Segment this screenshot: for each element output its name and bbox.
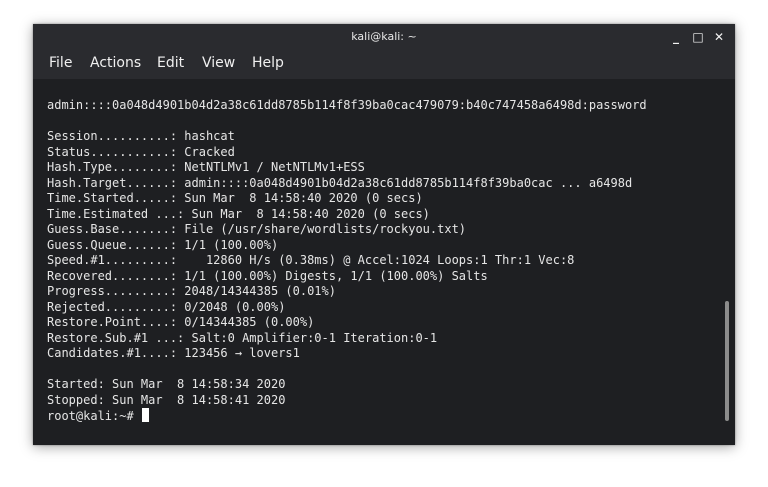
terminal-line: Progress.........: 2048/14344385 (0.01%): [47, 284, 336, 298]
terminal-line: Stopped: Sun Mar 8 14:58:41 2020: [47, 392, 286, 407]
text-cursor: [141, 408, 149, 422]
prompt-line: root@kali:~#: [47, 408, 647, 424]
terminal-line: Restore.Point....: 0/14344385 (0.00%): [47, 315, 315, 329]
scrollbar-thumb[interactable]: [725, 301, 729, 421]
terminal-line: Restore.Sub.#1 ...: Salt:0 Amplifier:0-1…: [47, 330, 438, 345]
menu-actions[interactable]: Actions: [90, 55, 141, 71]
terminal-line: Time.Estimated ...: Sun Mar 8 14:58:40 2…: [47, 206, 430, 221]
terminal-text: admin::::0a048d4901b04d2a38c61dd8785b114…: [47, 98, 647, 424]
terminal-line: Candidates.#1....: 123456 → lovers1: [47, 346, 300, 360]
terminal-window: kali@kali: ~ _ □ ✕ File Actions Edit Vie…: [33, 24, 735, 445]
title-bar[interactable]: kali@kali: ~ _ □ ✕: [33, 24, 735, 51]
minimize-icon[interactable]: _: [667, 28, 685, 46]
menu-bar: File Actions Edit View Help: [33, 51, 735, 79]
menu-view[interactable]: View: [202, 55, 235, 71]
terminal-line: Hash.Target......: admin::::0a048d4901b0…: [47, 175, 633, 190]
menu-edit[interactable]: Edit: [157, 55, 184, 71]
terminal-line: Rejected.........: 0/2048 (0.00%): [47, 299, 286, 314]
terminal-line: Started: Sun Mar 8 14:58:34 2020: [47, 377, 286, 391]
terminal-line: Hash.Type........: NetNTLMv1 / NetNTLMv1…: [47, 160, 365, 174]
maximize-icon[interactable]: □: [689, 28, 707, 46]
terminal-line: Speed.#1.........: 12860 H/s (0.38ms) @ …: [47, 253, 575, 267]
terminal-output[interactable]: admin::::0a048d4901b04d2a38c61dd8785b114…: [33, 79, 721, 445]
terminal-line: Time.Started.....: Sun Mar 8 14:58:40 20…: [47, 191, 423, 205]
menu-help[interactable]: Help: [252, 55, 284, 71]
terminal-line: Guess.Queue......: 1/1 (100.00%): [47, 237, 279, 252]
window-title: kali@kali: ~: [351, 30, 417, 43]
terminal-line: Recovered........: 1/1 (100.00%) Digests…: [47, 268, 488, 283]
close-icon[interactable]: ✕: [710, 28, 728, 46]
shell-prompt: root@kali:~#: [47, 409, 141, 423]
terminal-line: admin::::0a048d4901b04d2a38c61dd8785b114…: [47, 98, 647, 112]
terminal-line: Session..........: hashcat: [47, 129, 235, 143]
terminal-line: Guess.Base.......: File (/usr/share/word…: [47, 222, 467, 236]
menu-file[interactable]: File: [49, 55, 72, 71]
terminal-line: Status...........: Cracked: [47, 144, 235, 159]
